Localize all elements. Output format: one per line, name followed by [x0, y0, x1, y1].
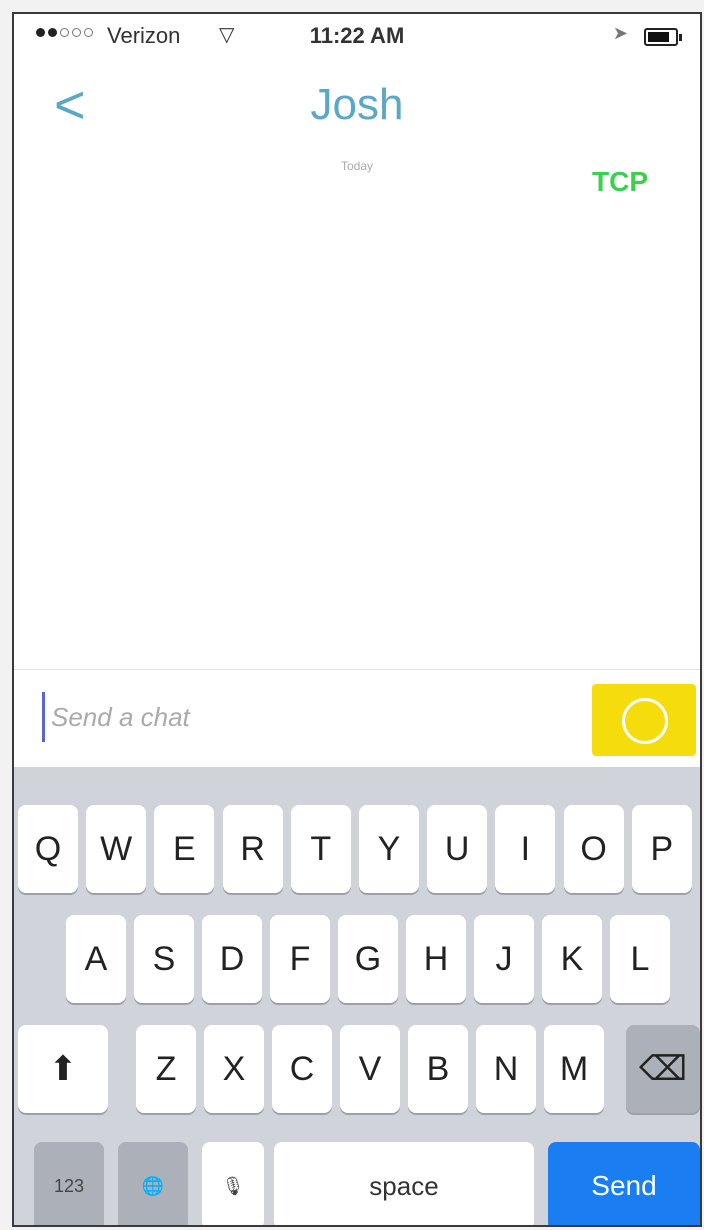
camera-capture-button[interactable]: [592, 684, 696, 756]
key-n[interactable]: N: [476, 1025, 536, 1113]
keyboard: Q W E R T Y U I O P A S D F G H J K L ⬆ Z X C V B N M ⌫ 123 🌐 🎙 space Se…: [14, 767, 700, 1225]
key-v[interactable]: V: [340, 1025, 400, 1113]
key-b[interactable]: B: [408, 1025, 468, 1113]
key-c[interactable]: C: [272, 1025, 332, 1113]
status-bar: Verizon ▽ 11:22 AM ➤: [14, 14, 700, 66]
key-j[interactable]: J: [474, 915, 534, 1003]
send-key[interactable]: Send: [548, 1142, 700, 1225]
key-q[interactable]: Q: [18, 805, 78, 893]
tcp-tag: TCP: [592, 166, 648, 197]
key-m[interactable]: M: [544, 1025, 604, 1113]
battery-icon: [644, 28, 682, 46]
location-arrow-icon: ➤: [612, 23, 628, 43]
key-o[interactable]: O: [563, 805, 624, 893]
key-d[interactable]: D: [202, 915, 262, 1003]
camera-capture-icon: [622, 698, 668, 744]
delete-key[interactable]: ⌫: [626, 1025, 700, 1113]
key-r[interactable]: R: [222, 805, 283, 893]
phone-screen: Verizon ▽ 11:22 AM ➤ < Josh Today TCP QW…: [12, 12, 702, 1227]
chat-composer: [14, 669, 700, 768]
key-a[interactable]: A: [66, 915, 126, 1003]
shift-key[interactable]: ⬆: [18, 1025, 108, 1113]
dictation-key[interactable]: 🎙: [202, 1142, 264, 1225]
status-time: 11:22 AM: [309, 23, 405, 48]
numbers-key[interactable]: 123: [34, 1142, 104, 1225]
key-g[interactable]: G: [338, 915, 398, 1003]
contact-name-title: Josh: [310, 80, 404, 129]
key-p[interactable]: P: [631, 805, 692, 893]
key-z[interactable]: Z: [136, 1025, 196, 1113]
key-x[interactable]: X: [204, 1025, 264, 1113]
key-u[interactable]: U: [427, 805, 488, 893]
key-t[interactable]: T: [290, 805, 351, 893]
key-l[interactable]: L: [610, 915, 670, 1003]
key-s[interactable]: S: [134, 915, 194, 1003]
key-i[interactable]: I: [495, 805, 556, 893]
chat-input[interactable]: [42, 692, 562, 742]
key-h[interactable]: H: [406, 915, 466, 1003]
globe-key[interactable]: 🌐: [118, 1142, 188, 1225]
key-w[interactable]: W: [86, 805, 147, 893]
chat-header: < Josh: [14, 66, 700, 156]
space-key[interactable]: space: [274, 1142, 534, 1225]
key-e[interactable]: E: [154, 805, 215, 893]
key-f[interactable]: F: [270, 915, 330, 1003]
key-y[interactable]: Y: [359, 805, 419, 893]
key-k[interactable]: K: [542, 915, 602, 1003]
